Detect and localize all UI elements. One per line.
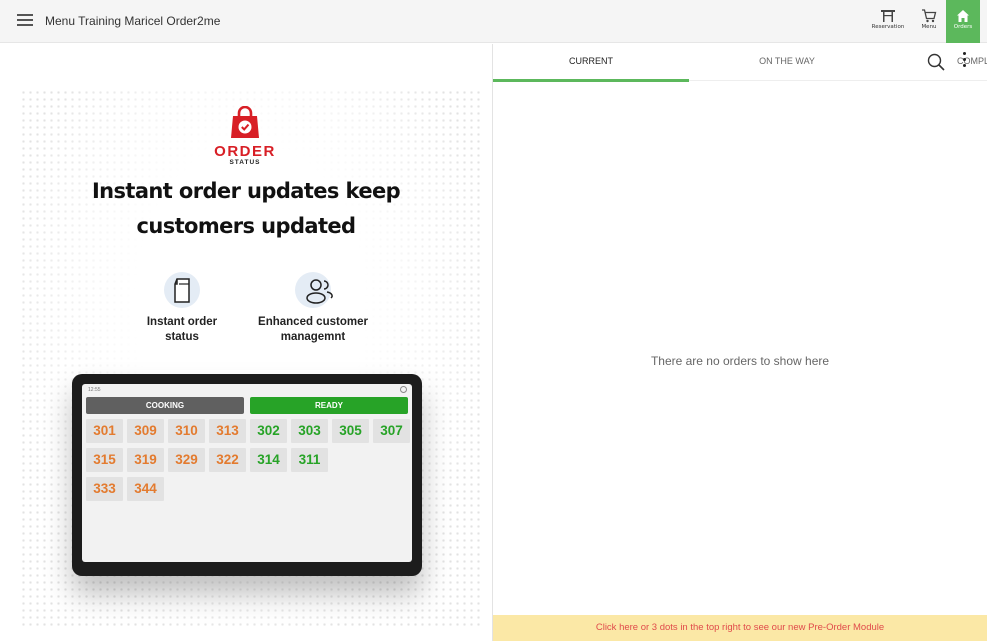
feature-label-2b: managemnt bbox=[280, 331, 346, 343]
feature-icon-circle bbox=[295, 272, 333, 308]
nav-reservation-button[interactable]: Reservation bbox=[870, 0, 906, 43]
hamburger-menu-icon[interactable] bbox=[17, 14, 33, 26]
ready-order-number: 314 bbox=[250, 448, 287, 472]
cooking-order-number: 313 bbox=[209, 419, 246, 443]
logo-subword: STATUS bbox=[229, 159, 261, 166]
users-icon bbox=[306, 279, 333, 304]
cooking-order-number: 310 bbox=[168, 419, 205, 443]
ready-order-number: 307 bbox=[373, 419, 410, 443]
headline-line-1: Instant order updates keep bbox=[91, 179, 401, 203]
cooking-order-number: 319 bbox=[127, 448, 164, 472]
search-icon[interactable] bbox=[927, 53, 945, 71]
nav-menu-label: Menu bbox=[921, 24, 937, 30]
cooking-order-number: 322 bbox=[209, 448, 246, 472]
feature-label-1a: Instant order bbox=[146, 316, 218, 328]
tab-current[interactable]: CURRENT bbox=[493, 44, 689, 82]
order-status-promo: ORDER STATUS Instant order updates keep … bbox=[0, 44, 492, 641]
ready-header: READY bbox=[250, 397, 408, 414]
feature-label-1b: status bbox=[165, 331, 199, 343]
cooking-order-number: 333 bbox=[86, 477, 123, 501]
feature-customer-management: Enhanced customer managemnt bbox=[250, 272, 376, 345]
logo-word: ORDER bbox=[214, 143, 276, 160]
tablet-time: 12:55 bbox=[88, 387, 101, 393]
orders-panel: CURRENT ON THE WAY COMPLETED There are n… bbox=[493, 44, 987, 641]
feature-instant-status: Instant order status bbox=[132, 272, 232, 345]
headline-line-2: customers updated bbox=[136, 214, 357, 238]
cooking-order-number: 301 bbox=[86, 419, 123, 443]
cooking-header: COOKING bbox=[86, 397, 244, 414]
tab-on-the-way[interactable]: ON THE WAY bbox=[689, 44, 885, 81]
home-icon bbox=[957, 10, 969, 22]
ready-order-number: 303 bbox=[291, 419, 328, 443]
empty-orders-message: There are no orders to show here bbox=[650, 354, 830, 368]
bag-icon bbox=[174, 278, 190, 303]
nav-orders-button[interactable]: Orders bbox=[946, 0, 980, 43]
cooking-order-number: 315 bbox=[86, 448, 123, 472]
ready-order-number: 302 bbox=[250, 419, 287, 443]
tablet-mockup: 12:55 COOKING READY 301 309 310 313 315 319 32… bbox=[72, 374, 422, 576]
top-bar: Menu Training Maricel Order2me Reservati… bbox=[0, 0, 987, 43]
ready-order-number: 311 bbox=[291, 448, 328, 472]
more-options-icon[interactable] bbox=[960, 52, 968, 72]
gear-icon bbox=[400, 386, 407, 393]
cooking-order-number: 309 bbox=[127, 419, 164, 443]
feature-icon-circle bbox=[164, 272, 200, 308]
pre-order-banner[interactable]: Click here or 3 dots in the top right to… bbox=[493, 615, 987, 641]
tablet-screen: 12:55 COOKING READY 301 309 310 313 315 319 32… bbox=[82, 384, 412, 562]
promo-headline: Instant order updates keep customers upd… bbox=[60, 174, 432, 244]
nav-orders-label: Orders bbox=[953, 24, 973, 30]
cart-icon bbox=[922, 9, 937, 23]
shopping-bag-check-icon bbox=[231, 106, 259, 138]
orders-tabs: CURRENT ON THE WAY COMPLETED bbox=[493, 44, 987, 82]
table-icon bbox=[881, 10, 895, 22]
ready-order-number: 305 bbox=[332, 419, 369, 443]
cooking-order-number: 344 bbox=[127, 477, 164, 501]
feature-label-2a: Enhanced customer bbox=[258, 316, 368, 328]
cooking-order-number: 329 bbox=[168, 448, 205, 472]
app-title: Menu Training Maricel Order2me bbox=[45, 14, 221, 28]
nav-menu-button[interactable]: Menu bbox=[911, 0, 947, 43]
nav-reservation-label: Reservation bbox=[871, 24, 905, 30]
